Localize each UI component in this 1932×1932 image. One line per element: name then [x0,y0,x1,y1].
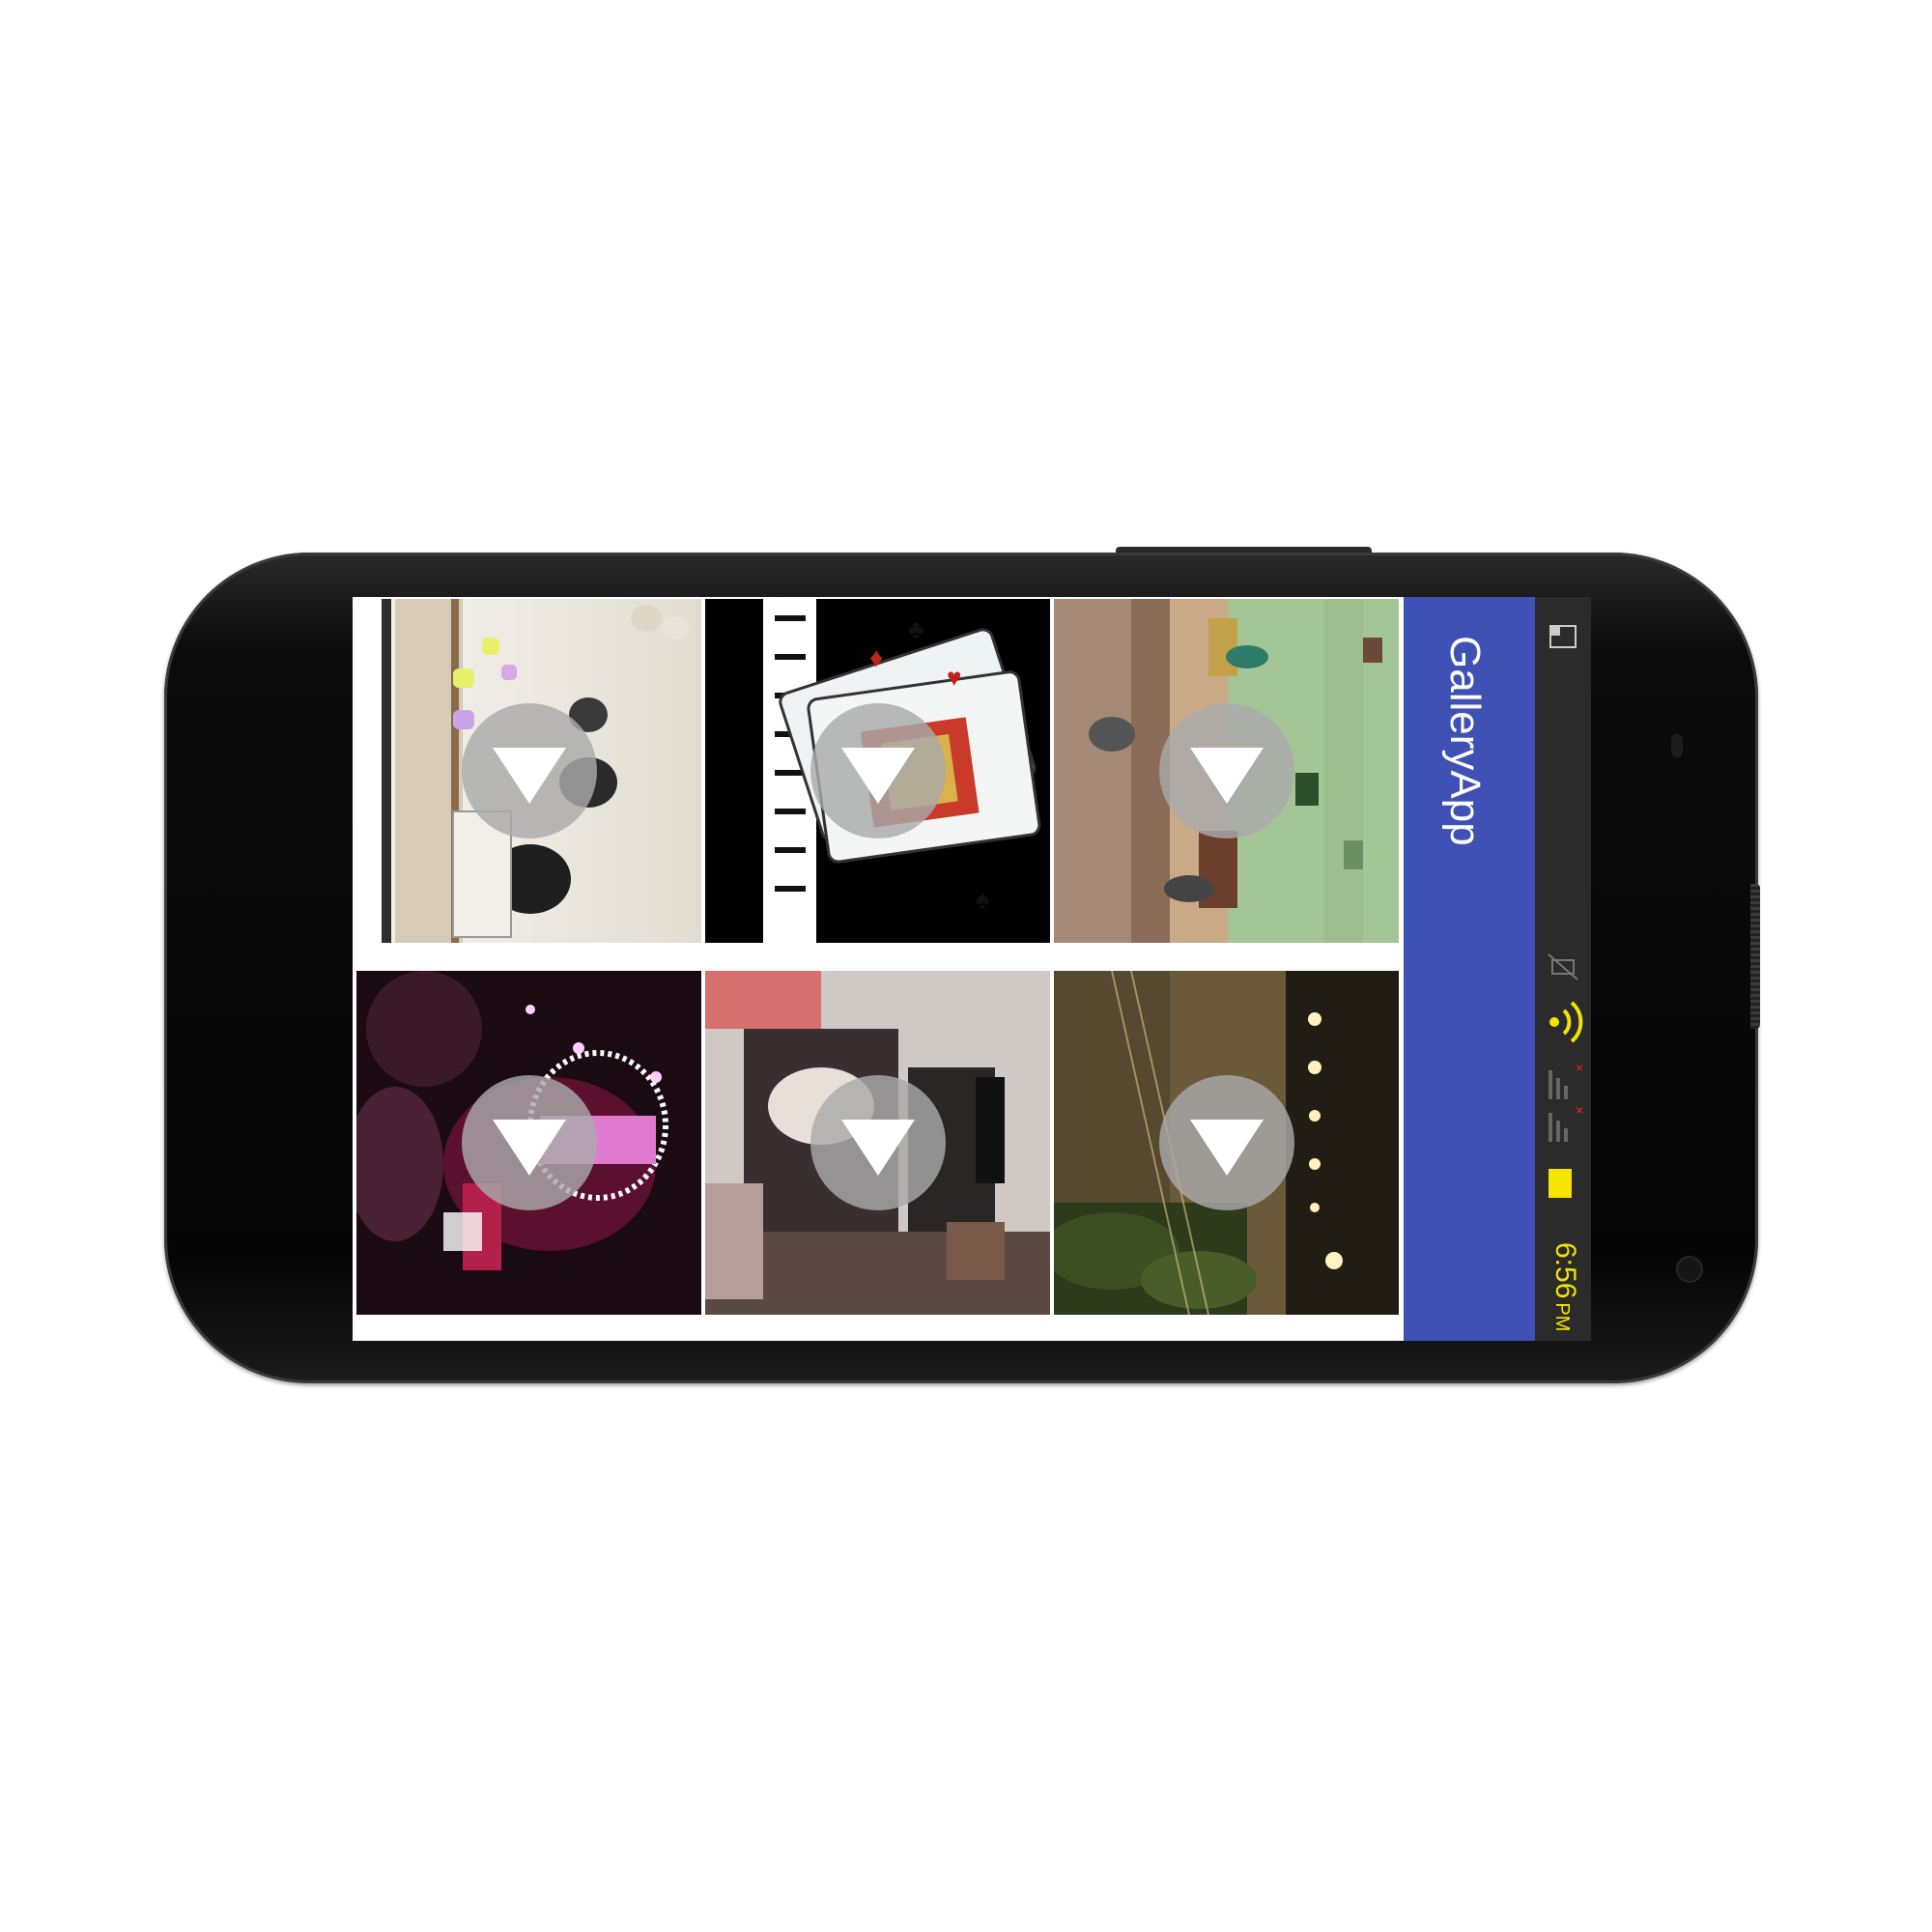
video-thumbnail-5[interactable] [705,971,1050,1315]
play-icon [840,748,915,804]
status-ampm: PM [1551,1302,1573,1332]
play-button[interactable] [1158,703,1294,838]
play-button[interactable] [461,1075,597,1210]
svg-text:♣: ♣ [908,615,924,643]
speaker-grille [1750,884,1760,1029]
play-button[interactable] [461,703,597,838]
status-time-value: 6:56 [1549,1242,1581,1299]
video-thumbnail-6[interactable] [1054,971,1399,1315]
video-thumbnail-1[interactable]: Thode K. [356,599,701,943]
vibrate-icon [1548,953,1578,980]
earpiece [1671,734,1683,757]
svg-text:×: × [1576,1102,1583,1118]
video-thumbnail-2[interactable]: ♦ ♣ ♥ ♠ [705,599,1050,943]
status-clock: 6:56PM [1548,1242,1581,1331]
svg-text:♥: ♥ [947,664,961,692]
battery-icon [1548,1169,1572,1198]
front-camera [1676,1256,1703,1283]
status-icons: × × [1548,625,1583,1198]
video-thumbnail-3[interactable] [1054,599,1399,943]
svg-text:×: × [1576,1060,1583,1075]
play-button[interactable] [1158,1075,1294,1210]
video-thumbnail-4[interactable] [356,971,701,1315]
play-button[interactable] [810,703,946,838]
wifi-icon [1549,1001,1583,1043]
svg-text:♠: ♠ [976,885,990,915]
svg-text:♦: ♦ [869,643,883,673]
gallery-grid: Thode K. ♦ ♣ ♥ ♠ [353,597,1404,1341]
play-icon [492,748,566,804]
play-icon [1189,748,1264,804]
app-title: GalleryApp [1441,636,1489,846]
thumbnail-caption: Thode K. [358,715,370,758]
gallery-notification-icon [1549,625,1577,648]
device-screen: Thode K. ♦ ♣ ♥ ♠ GalleryApp × × 6:56PM [353,597,1591,1341]
play-icon [492,1120,566,1176]
status-bar: × × 6:56PM [1535,597,1591,1341]
app-bar: GalleryApp [1404,597,1535,1341]
signal-icon: × × [1548,1060,1583,1142]
play-icon [840,1120,915,1176]
play-icon [1189,1120,1264,1176]
play-button[interactable] [810,1075,946,1210]
